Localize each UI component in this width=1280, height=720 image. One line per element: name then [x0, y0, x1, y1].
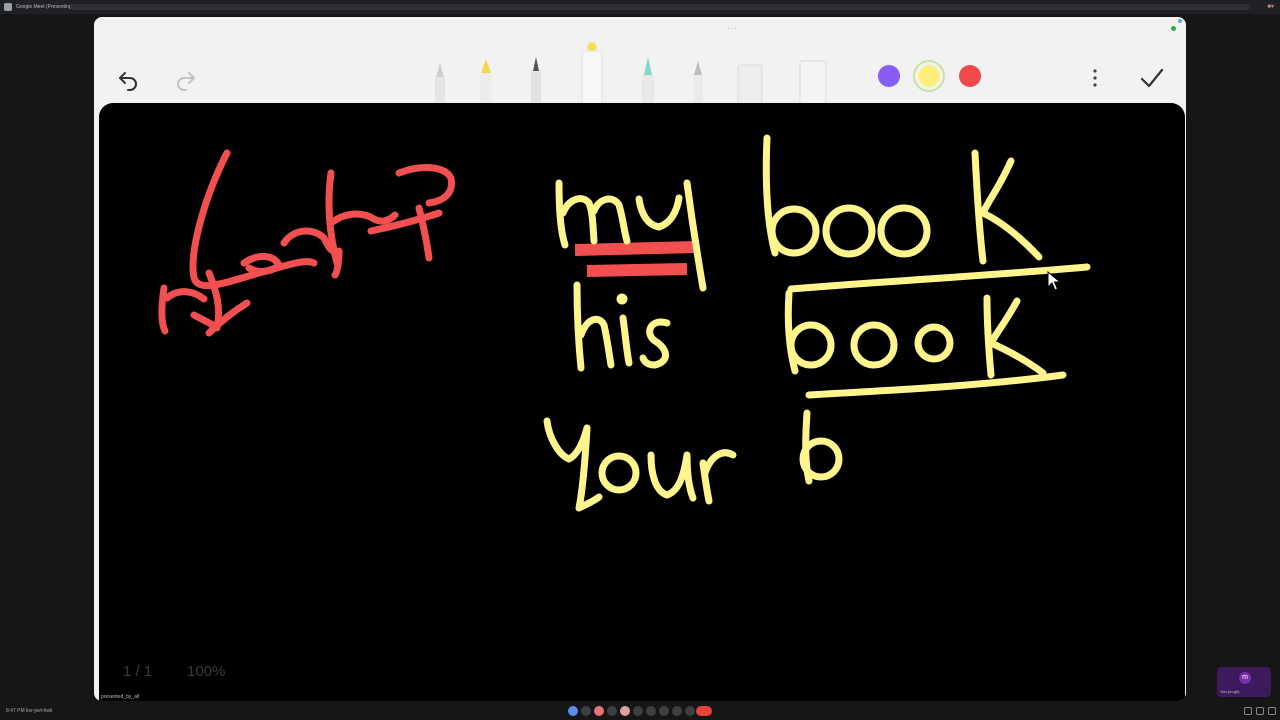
tray-badge[interactable]: ■▾ [1267, 3, 1274, 10]
zoom-level[interactable]: 100% [187, 663, 225, 680]
done-button[interactable] [1134, 61, 1170, 95]
captions-button[interactable] [607, 706, 617, 716]
meeting-controls-bar: 8:47 PM ksr-jsvt-hwk [0, 704, 1280, 720]
mic-button[interactable] [568, 706, 578, 716]
browser-tab-strip: Google Meet (Presenting) ■▾ [0, 0, 1280, 14]
drawing-app-window: • • • 1 / 1 100% presented_by_all [94, 17, 1186, 701]
meeting-code: ksr-jsvt-hwk [26, 708, 53, 714]
activities-button[interactable] [646, 706, 656, 716]
yellow-ink-text [543, 134, 1091, 512]
eraser-icon[interactable] [737, 64, 763, 105]
info-icon[interactable] [1244, 707, 1252, 715]
status-dot-blue [1178, 19, 1182, 23]
reactions-button[interactable] [620, 706, 630, 716]
brush-icon[interactable] [642, 57, 654, 105]
meeting-time: 8:47 PM [6, 708, 25, 714]
pen-icon[interactable] [435, 63, 445, 105]
color-swatch-red[interactable] [959, 65, 981, 87]
mouse-cursor-icon [1047, 271, 1061, 291]
pencil-icon[interactable] [693, 61, 703, 105]
tab-strip-track [70, 4, 1250, 10]
ruler-icon[interactable] [799, 60, 827, 105]
redo-arrow-icon [177, 72, 195, 91]
people-icon[interactable] [1256, 707, 1264, 715]
redo-button[interactable] [168, 63, 204, 97]
present-button[interactable] [594, 706, 604, 716]
activities-icon[interactable] [1268, 707, 1276, 715]
undo-button[interactable] [110, 63, 146, 97]
red-ink-arabic [158, 149, 456, 337]
raise-hand-button[interactable] [633, 706, 643, 716]
drawing-canvas[interactable]: 1 / 1 100% presented_by_all [99, 103, 1185, 701]
pen-tools-tray [435, 42, 827, 105]
self-view-tile[interactable]: m You (m.gh) [1217, 667, 1271, 697]
more-options-button[interactable] [1084, 63, 1106, 93]
marker-icon[interactable] [581, 42, 603, 105]
color-swatch-purple[interactable] [878, 65, 900, 87]
leave-call-button[interactable] [696, 706, 712, 716]
color-swatch-yellow-selected[interactable] [918, 65, 940, 87]
undo-arrow-icon [119, 72, 137, 91]
camera-button[interactable] [581, 706, 591, 716]
self-view-name: You (m.gh) [1220, 689, 1240, 694]
page-indicator: 1 / 1 [123, 663, 153, 680]
avatar: m [1239, 672, 1251, 684]
tab-favicon-icon [4, 3, 12, 11]
red-underline-strokes [574, 241, 698, 277]
more-button[interactable] [685, 706, 695, 716]
more-vertical-icon [1093, 69, 1097, 87]
highlighter-icon[interactable] [480, 59, 492, 105]
fine-pen-icon[interactable] [531, 57, 541, 105]
chat-button[interactable] [659, 706, 669, 716]
handwriting-layer [158, 134, 1091, 512]
window-grabber[interactable]: • • • [728, 26, 736, 32]
check-icon [1140, 68, 1164, 88]
status-dot-green [1171, 26, 1176, 31]
participants-button[interactable] [672, 706, 682, 716]
presenter-label: presented_by_all [101, 694, 140, 700]
tab-title[interactable]: Google Meet (Presenting) [16, 2, 73, 12]
